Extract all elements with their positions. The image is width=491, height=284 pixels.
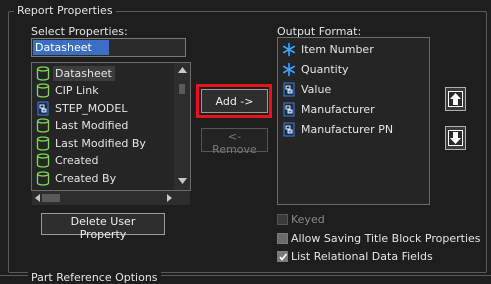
select-properties-list[interactable]: Datasheet CIP Link STEP_MODEL Last Modified…: [31, 62, 191, 191]
list-item[interactable]: Quantity: [282, 60, 352, 78]
database-cylinder-icon: [36, 118, 50, 133]
asterisk-icon: [282, 62, 295, 76]
report-properties-title: Report Properties: [14, 4, 116, 18]
list-item[interactable]: Manufacturer PN: [282, 120, 396, 138]
delete-user-property-button[interactable]: Delete User Property: [41, 213, 165, 241]
database-cylinder-icon: [36, 65, 50, 81]
add-button[interactable]: Add ->: [201, 89, 268, 113]
list-item-label: Manufacturer PN: [301, 122, 394, 136]
list-item-label: Value: [301, 82, 332, 96]
document-field-icon: [283, 82, 295, 96]
scroll-up-arrow-icon[interactable]: [178, 67, 187, 73]
property-filter-field[interactable]: [31, 38, 186, 57]
database-cylinder-icon: [36, 135, 50, 151]
scroll-right-arrow-icon[interactable]: [167, 194, 172, 202]
select-properties-label: Select Properties:: [31, 25, 128, 38]
list-relational-checkbox[interactable]: [277, 251, 288, 262]
scroll-down-arrow-icon[interactable]: [178, 178, 187, 184]
list-item[interactable]: CIP Link: [36, 82, 102, 100]
allow-saving-label: Allow Saving Title Block Properties: [291, 232, 481, 245]
list-item[interactable]: Datasheet: [36, 64, 115, 82]
list-horizontal-scrollbar[interactable]: [32, 191, 190, 205]
list-item-label: CIP Link: [55, 84, 99, 97]
list-item[interactable]: STEP_MODEL: [36, 99, 130, 117]
remove-button[interactable]: <- Remove: [201, 128, 268, 156]
list-vertical-scrollbar[interactable]: [174, 63, 190, 190]
list-item[interactable]: Value: [282, 80, 334, 98]
document-field-icon: [283, 122, 295, 136]
part-reference-options-title: Part Reference Options: [28, 271, 161, 284]
list-item-label: STEP_MODEL: [55, 101, 128, 115]
list-item-label: Manufacturer: [301, 102, 375, 116]
vertical-scroll-thumb[interactable]: [179, 84, 185, 94]
move-up-button[interactable]: [445, 87, 466, 111]
asterisk-icon: [282, 42, 295, 56]
list-item-label: Quantity: [301, 62, 349, 76]
list-item-label: Item Number: [301, 42, 374, 56]
database-cylinder-icon: [36, 153, 50, 168]
arrow-up-icon: [448, 91, 463, 107]
list-item[interactable]: Item Number: [282, 40, 377, 58]
keyed-label: Keyed: [291, 213, 325, 226]
list-item[interactable]: Last Modified: [36, 117, 131, 135]
list-item[interactable]: Last Modified By: [36, 134, 149, 152]
scroll-left-arrow-icon[interactable]: [35, 194, 40, 202]
database-cylinder-icon: [36, 170, 50, 186]
list-item[interactable]: Manufacturer: [282, 100, 378, 118]
list-item-label: Last Modified: [55, 119, 129, 132]
list-item[interactable]: Created By: [36, 169, 119, 187]
list-relational-label: List Relational Data Fields: [291, 250, 433, 263]
document-field-icon: [283, 102, 295, 116]
property-filter-input[interactable]: [33, 40, 109, 55]
allow-saving-checkbox[interactable]: [277, 233, 288, 244]
list-item-label: Last Modified By: [55, 136, 146, 150]
list-item-label: Datasheet: [53, 65, 115, 81]
database-cylinder-icon: [36, 83, 50, 98]
list-item-label: Created: [55, 154, 99, 167]
document-field-icon: [37, 101, 49, 115]
move-down-button[interactable]: [445, 126, 466, 150]
checkmark-icon: [279, 253, 288, 261]
arrow-down-icon: [448, 130, 463, 146]
list-item[interactable]: Created: [36, 152, 102, 170]
output-format-list[interactable]: Item Number Quantity Value Manufacturer Manu…: [277, 37, 430, 205]
list-item-label: Created By: [55, 171, 117, 185]
keyed-checkbox[interactable]: [277, 214, 288, 225]
horizontal-scroll-thumb[interactable]: [42, 194, 60, 202]
